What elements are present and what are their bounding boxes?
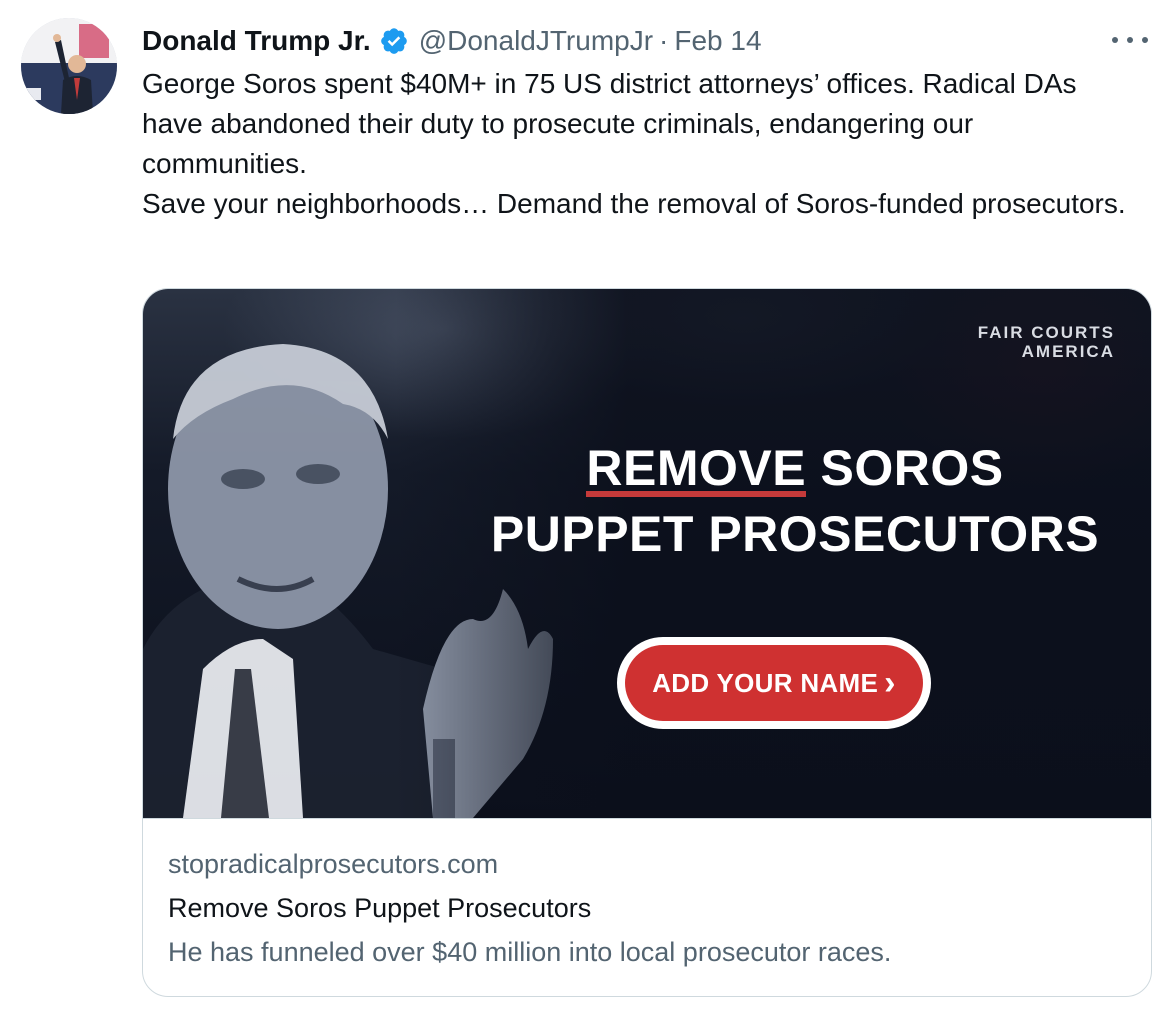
- tweet-header: Donald Trump Jr. @DonaldJTrumpJr · Feb 1…: [142, 22, 762, 60]
- brand-line: FAIR COURTS: [977, 323, 1115, 342]
- card-headline: REMOVE SOROS PUPPET PROSECUTORS: [455, 435, 1135, 567]
- tweet-date[interactable]: Feb 14: [674, 25, 761, 57]
- tweet-text-paragraph: George Soros spent $40M+ in 75 US distri…: [142, 68, 1077, 179]
- card-domain[interactable]: stopradicalprosecutors.com: [168, 842, 1128, 886]
- cta-pill: ADD YOUR NAME ›: [625, 645, 923, 721]
- avatar[interactable]: [21, 18, 117, 114]
- card-title[interactable]: Remove Soros Puppet Prosecutors: [168, 886, 1128, 930]
- brand-logo: FAIR COURTS AMERICA: [978, 323, 1115, 361]
- chevron-right-icon: ›: [884, 664, 896, 702]
- tweet-text-paragraph: Save your neighborhoods… Demand the remo…: [142, 188, 1126, 219]
- author-name[interactable]: Donald Trump Jr.: [142, 25, 371, 57]
- headline-line-1: REMOVE SOROS: [455, 435, 1135, 501]
- headline-underlined-word: REMOVE: [586, 435, 806, 501]
- brand-line: AMERICA: [1021, 342, 1115, 361]
- avatar-photo: [21, 18, 117, 114]
- author-handle[interactable]: @DonaldJTrumpJr: [419, 25, 653, 57]
- card-info[interactable]: stopradicalprosecutors.com Remove Soros …: [168, 842, 1128, 974]
- cta-label: ADD YOUR NAME: [652, 667, 879, 698]
- more-options-icon[interactable]: [1112, 28, 1148, 52]
- separator-dot: ·: [659, 25, 669, 56]
- link-card[interactable]: FAIR COURTS AMERICA REMOVE SOROS PUPPET …: [142, 288, 1152, 997]
- headline-line-2: PUPPET PROSECUTORS: [490, 506, 1100, 562]
- add-your-name-button[interactable]: ADD YOUR NAME ›: [617, 637, 931, 729]
- card-image[interactable]: FAIR COURTS AMERICA REMOVE SOROS PUPPET …: [143, 289, 1151, 819]
- verified-badge-icon[interactable]: [379, 26, 409, 56]
- tweet[interactable]: Donald Trump Jr. @DonaldJTrumpJr · Feb 1…: [0, 0, 1176, 1014]
- headline-word: SOROS: [806, 440, 1004, 496]
- tweet-text: George Soros spent $40M+ in 75 US distri…: [142, 64, 1142, 224]
- card-description: He has funneled over $40 million into lo…: [168, 937, 892, 967]
